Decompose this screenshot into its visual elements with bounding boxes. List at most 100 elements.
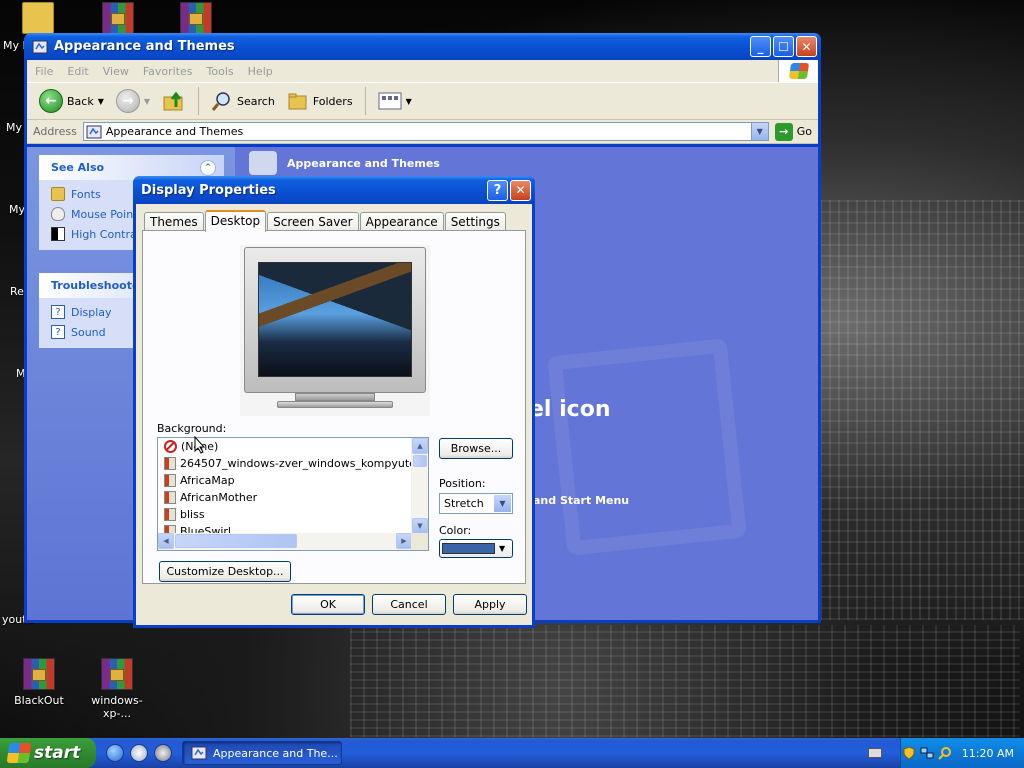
maximize-button[interactable]: ☐ — [773, 36, 794, 57]
search-icon[interactable] — [938, 746, 952, 760]
address-label: Address — [33, 125, 77, 138]
tab-desktop[interactable]: Desktop — [204, 210, 267, 232]
vertical-scrollbar[interactable]: ▲ ▼ — [411, 438, 428, 534]
menu-edit[interactable]: Edit — [67, 65, 88, 78]
tab-strip: Themes Desktop Screen Saver Appearance S… — [144, 210, 507, 232]
go-button[interactable]: → Go — [774, 122, 812, 141]
help-button[interactable]: ? — [487, 179, 508, 201]
close-button[interactable]: ✕ — [796, 36, 817, 57]
explorer-titlebar[interactable]: Appearance and Themes _ ☐ ✕ — [24, 33, 821, 60]
search-button[interactable]: Search — [207, 88, 279, 114]
position-select[interactable]: Stretch ▼ — [439, 493, 513, 514]
winrar-icon — [101, 658, 133, 690]
dialog-close-button[interactable]: ✕ — [510, 179, 531, 201]
toolbar: ← Back ▼ → ▼ Search Folders ▼ — [27, 82, 818, 120]
cancel-button[interactable]: Cancel — [372, 594, 446, 615]
menu-favorites[interactable]: Favorites — [143, 65, 193, 78]
clock[interactable]: 11:20 AM — [962, 747, 1014, 760]
menu-view[interactable]: View — [103, 65, 129, 78]
back-arrow-icon: ← — [39, 89, 63, 113]
chevron-down-icon[interactable]: ▼ — [750, 123, 768, 140]
scroll-thumb[interactable] — [413, 455, 427, 467]
content-title: Appearance and Themes — [287, 157, 440, 170]
desktop-tab-page: Background: (None) 264507_windows-zver_w… — [142, 230, 526, 584]
show-desktop-icon[interactable] — [154, 744, 172, 762]
position-label: Position: — [439, 477, 486, 490]
wallpaper-lights-bottom — [350, 625, 1020, 737]
security-shield-icon[interactable] — [902, 746, 916, 760]
scroll-thumb[interactable] — [175, 534, 297, 548]
scroll-left-icon[interactable]: ◀ — [158, 533, 174, 549]
keyboard-icon[interactable] — [868, 748, 882, 758]
desktop-icon-blackout[interactable]: BlackOut — [4, 658, 74, 707]
minimize-button[interactable]: _ — [750, 36, 771, 57]
list-item[interactable]: 264507_windows-zver_windows_kompyuternyj… — [158, 455, 428, 472]
chevron-down-icon[interactable]: ▼ — [494, 495, 511, 512]
scroll-corner — [411, 533, 428, 550]
desktop-icon-windows-xp[interactable]: windows-xp-... — [78, 658, 156, 720]
tab-screen-saver[interactable]: Screen Saver — [267, 212, 359, 231]
mouse-icon — [51, 207, 65, 221]
tab-appearance[interactable]: Appearance — [359, 212, 444, 231]
dialog-body: Themes Desktop Screen Saver Appearance S… — [136, 204, 532, 625]
forward-button[interactable]: → ▼ — [112, 87, 154, 115]
back-label: Back — [67, 94, 94, 108]
network-icon[interactable] — [920, 746, 934, 760]
folders-button[interactable]: Folders — [283, 88, 357, 114]
customize-desktop-button[interactable]: Customize Desktop... — [159, 561, 291, 582]
chevron-down-icon[interactable]: ▼ — [144, 97, 150, 106]
windows-logo-icon — [778, 60, 818, 82]
menu-tools[interactable]: Tools — [207, 65, 234, 78]
control-panel-icon — [86, 125, 102, 138]
horizontal-scrollbar[interactable]: ◀ ▶ — [158, 533, 412, 550]
color-label: Color: — [439, 524, 472, 537]
apply-button[interactable]: Apply — [453, 594, 527, 615]
none-icon — [164, 440, 177, 453]
desktop-label-my-computer[interactable]: My — [6, 121, 22, 134]
list-item[interactable]: AfricaMap — [158, 472, 428, 489]
tab-settings[interactable]: Settings — [444, 212, 506, 231]
desktop-label-my-network[interactable]: My — [9, 203, 25, 216]
desktop-icon-label: windows-xp-... — [91, 694, 143, 720]
go-label: Go — [796, 125, 812, 138]
menu-file[interactable]: File — [35, 65, 53, 78]
fonts-folder-icon — [51, 187, 65, 201]
background-list[interactable]: (None) 264507_windows-zver_windows_kompy… — [157, 437, 429, 551]
menu-help[interactable]: Help — [248, 65, 273, 78]
chevron-down-icon[interactable]: ▼ — [406, 97, 412, 106]
list-item[interactable]: bliss — [158, 506, 428, 523]
back-button[interactable]: ← Back ▼ — [35, 87, 108, 115]
collapse-up-icon[interactable]: ⌃ — [200, 159, 216, 176]
address-value: Appearance and Themes — [105, 125, 244, 138]
desktop-icon-label: BlackOut — [14, 694, 64, 707]
scroll-up-icon[interactable]: ▲ — [412, 438, 428, 454]
scroll-right-icon[interactable]: ▶ — [396, 533, 412, 549]
link-label: Display — [71, 305, 112, 319]
taskbar-item-appearance[interactable]: Appearance and The... — [182, 741, 342, 765]
toolbar-separator — [198, 87, 200, 115]
ok-button[interactable]: OK — [291, 594, 365, 615]
scroll-down-icon[interactable]: ▼ — [412, 518, 428, 534]
desktop-label-recycle-bin[interactable]: Re — [10, 285, 24, 298]
up-folder-button[interactable] — [158, 87, 190, 115]
appearance-themes-icon — [249, 151, 277, 175]
control-panel-icon — [32, 40, 48, 53]
chevron-down-icon[interactable]: ▼ — [98, 97, 104, 106]
dialog-titlebar[interactable]: Display Properties ? ✕ — [133, 176, 535, 204]
list-item[interactable]: AfricanMother — [158, 489, 428, 506]
windows-flag-icon — [6, 743, 32, 763]
color-swatch — [442, 543, 495, 554]
views-button[interactable]: ▼ — [374, 89, 416, 113]
address-input[interactable]: Appearance and Themes ▼ — [82, 122, 769, 141]
forward-arrow-icon: → — [115, 89, 140, 113]
folder-icon — [22, 2, 54, 34]
tab-themes[interactable]: Themes — [144, 212, 204, 231]
media-player-icon[interactable] — [130, 744, 148, 762]
winrar-icon — [102, 2, 134, 34]
system-tray: 11:20 AM — [900, 738, 1024, 768]
browse-button[interactable]: Browse... — [439, 438, 513, 459]
internet-explorer-icon[interactable] — [106, 744, 124, 762]
taskbar-start-menu-link[interactable]: and Start Menu — [533, 494, 629, 507]
color-picker-button[interactable]: ▼ — [439, 539, 513, 558]
start-button[interactable]: start — [0, 738, 96, 768]
